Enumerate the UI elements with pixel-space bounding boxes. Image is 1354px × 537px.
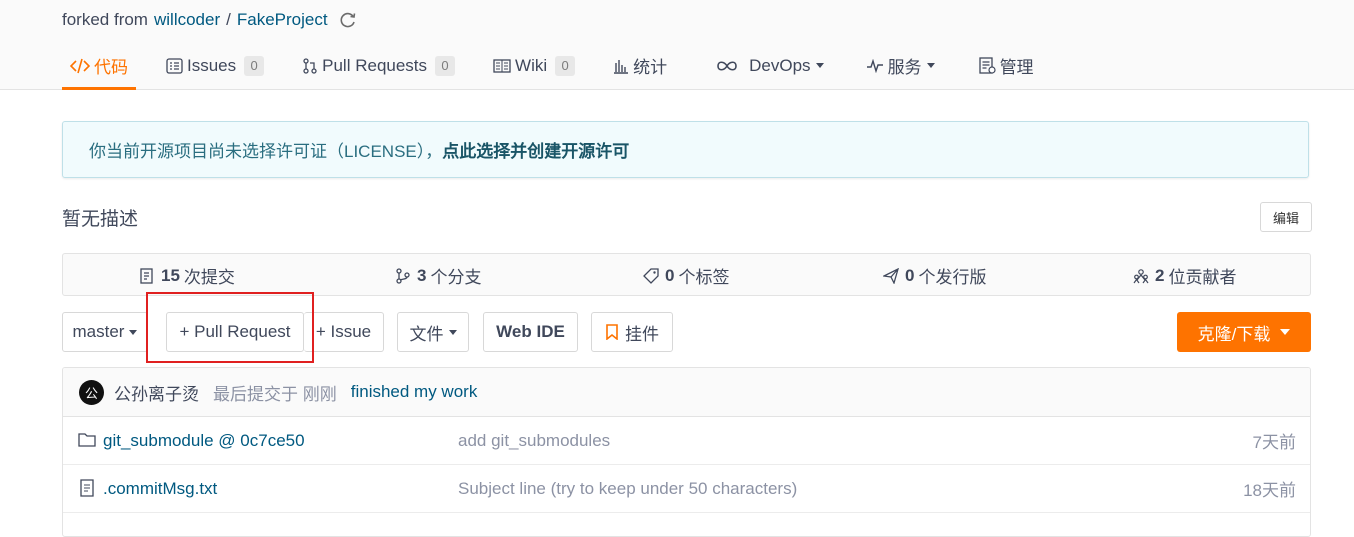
file-time: 18天前 (1243, 481, 1296, 500)
commit-author[interactable]: 公孙离子烫 (114, 380, 199, 405)
file-time: 7天前 (1252, 433, 1296, 452)
sync-icon[interactable] (338, 10, 358, 30)
folder-icon (78, 433, 96, 447)
tab-label: Issues (187, 55, 237, 75)
tab-manage[interactable]: 管理 (971, 44, 1042, 90)
tag-icon (643, 267, 659, 284)
tab-devops[interactable]: DevOps (707, 44, 831, 90)
stat-label: 个发行版 (918, 268, 987, 287)
fork-owner-link[interactable]: willcoder (154, 10, 220, 30)
tab-pull-requests[interactable]: Pull Requests 0 (294, 44, 463, 90)
license-notice: 你当前开源项目尚未选择许可证（LICENSE）， 点此选择并创建开源许可 (62, 121, 1309, 178)
tab-label: 服务 (887, 58, 922, 77)
chevron-down-icon (129, 329, 138, 335)
repo-tabs: 代码 Issues 0 Pull Requests 0 Wiki 0 统计 De… (62, 44, 1042, 90)
widget-label: 挂件 (625, 324, 659, 344)
bookmark-icon (606, 324, 618, 340)
pulse-icon (866, 58, 884, 73)
files-dropdown[interactable]: 文件 (397, 312, 469, 352)
chevron-down-icon (448, 329, 457, 335)
latest-commit-row: 公 公孙离子烫 最后提交于 刚刚 finished my work (63, 368, 1310, 417)
file-row: git_submodule @ 0c7ce50 add git_submodul… (63, 417, 1310, 465)
stats-icon (613, 58, 629, 74)
chevron-down-icon (815, 63, 824, 68)
pull-request-icon (302, 57, 318, 74)
file-commit-message[interactable]: Subject line (try to keep under 50 chara… (458, 479, 797, 499)
stat-count: 0 (905, 265, 915, 285)
tab-label: Wiki (515, 55, 548, 75)
clone-label: 克隆/下载 (1197, 324, 1271, 344)
file-row: .commitMsg.txt Subject line (try to keep… (63, 465, 1310, 513)
stat-count: 2 (1155, 265, 1165, 285)
infinity-icon (715, 59, 739, 73)
stat-branches[interactable]: 3 个分支 (395, 254, 481, 297)
tab-stats[interactable]: 统计 (605, 44, 675, 90)
stat-tags[interactable]: 0 个标签 (643, 254, 729, 297)
issues-icon (166, 57, 183, 74)
repo-description: 暂无描述 (62, 209, 139, 230)
commit-icon (140, 267, 153, 284)
forked-from-label: forked from (62, 10, 148, 29)
stat-count: 0 (665, 265, 675, 285)
tab-issues[interactable]: Issues 0 (158, 44, 272, 90)
tab-label: Pull Requests (322, 55, 428, 75)
tab-count-badge: 0 (244, 55, 265, 76)
contributors-icon (1133, 268, 1149, 283)
clone-download-button[interactable]: 克隆/下载 (1177, 312, 1311, 352)
files-label: 文件 (409, 324, 444, 344)
edit-description-button[interactable]: 编辑 (1260, 202, 1312, 232)
avatar[interactable]: 公 (79, 379, 104, 405)
commit-message-link[interactable]: finished my work (351, 382, 478, 402)
stat-label: 位贡献者 (1168, 268, 1237, 287)
file-name-link[interactable]: git_submodule @ 0c7ce50 (103, 431, 305, 451)
path-separator: / (226, 10, 231, 29)
stat-label: 个标签 (678, 268, 730, 287)
web-ide-button[interactable]: Web IDE (483, 312, 578, 352)
new-pull-request-button[interactable]: + Pull Request (166, 312, 304, 352)
commit-time: 最后提交于 刚刚 (213, 384, 337, 404)
new-issue-button[interactable]: + Issue (304, 312, 384, 352)
stat-contributors[interactable]: 2 位贡献者 (1133, 254, 1236, 297)
tab-code[interactable]: 代码 (62, 44, 136, 90)
widget-button[interactable]: 挂件 (591, 312, 673, 352)
tab-label: 统计 (633, 58, 668, 77)
stat-count: 3 (417, 265, 427, 285)
license-notice-text: 你当前开源项目尚未选择许可证（LICENSE）， (89, 142, 443, 161)
file-icon (80, 479, 94, 497)
tab-label: DevOps (749, 55, 811, 75)
stat-label: 个分支 (430, 268, 482, 287)
file-list: 公 公孙离子烫 最后提交于 刚刚 finished my work git_su… (62, 367, 1311, 537)
file-name-link[interactable]: .commitMsg.txt (103, 479, 217, 499)
release-icon (883, 267, 899, 284)
stat-label: 次提交 (183, 268, 235, 287)
chevron-down-icon (926, 63, 935, 68)
chevron-down-icon (1280, 329, 1291, 335)
code-icon (70, 58, 90, 74)
wiki-icon (493, 58, 511, 74)
tab-services[interactable]: 服务 (858, 44, 943, 90)
branch-name: master (72, 322, 125, 341)
stat-count: 15 (161, 265, 180, 285)
tab-label: 代码 (94, 58, 128, 77)
create-license-link[interactable]: 点此选择并创建开源许可 (442, 137, 629, 162)
tab-label: 管理 (999, 58, 1034, 77)
stat-releases[interactable]: 0 个发行版 (883, 254, 986, 297)
branch-icon (396, 267, 410, 284)
fork-repo-link[interactable]: FakeProject (237, 10, 328, 30)
tab-count-badge: 0 (555, 55, 576, 76)
branch-select[interactable]: master (62, 312, 148, 352)
manage-icon (978, 57, 996, 74)
repo-header: forked from willcoder / FakeProject 代码 I… (0, 0, 1354, 90)
repo-stats-bar: 15 次提交 3 个分支 0 个标签 0 个发行版 2 位贡献者 (62, 253, 1311, 296)
stat-commits[interactable]: 15 次提交 (139, 254, 235, 297)
file-commit-message[interactable]: add git_submodules (458, 431, 610, 451)
fork-info: forked from willcoder / FakeProject (62, 10, 358, 30)
tab-wiki[interactable]: Wiki 0 (485, 44, 583, 90)
tab-count-badge: 0 (435, 55, 456, 76)
